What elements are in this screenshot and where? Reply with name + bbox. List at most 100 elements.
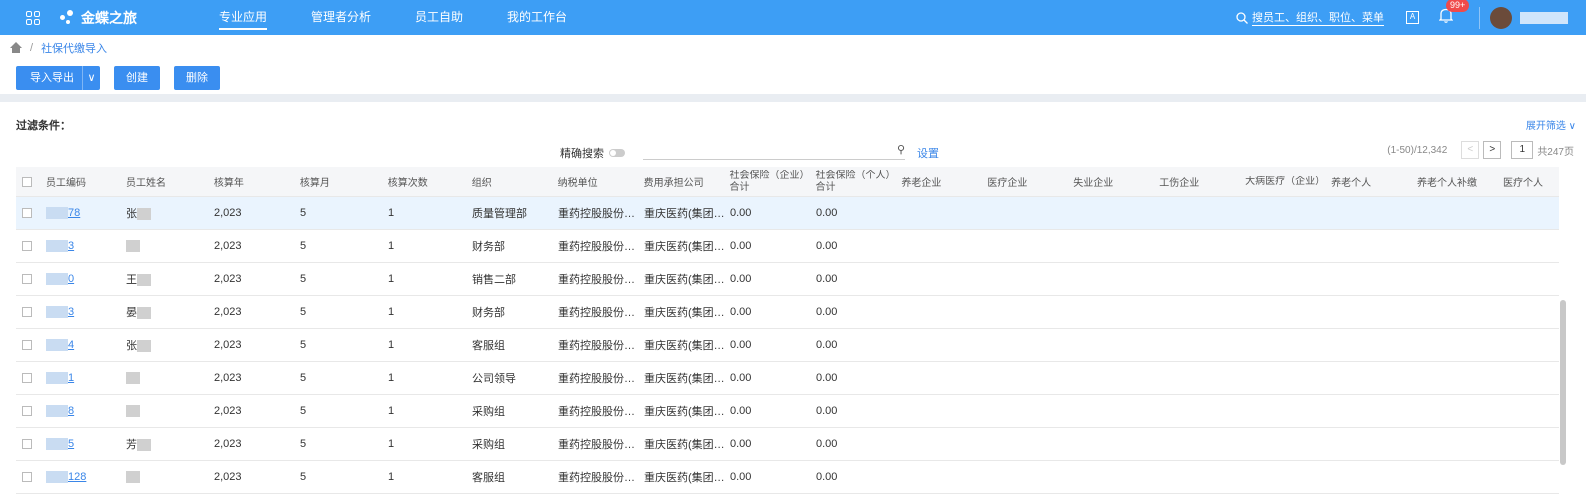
employee-code-link[interactable]: 8: [68, 405, 74, 417]
row-checkbox[interactable]: [22, 472, 32, 482]
cell-code[interactable]: 3: [42, 306, 122, 319]
table-search-input[interactable]: ⚲: [643, 143, 905, 160]
table-row[interactable]: 8 2,023 5 1 采购组 重药控股股份有... 重庆医药(集团)... 0.00 0.00: [16, 395, 1559, 428]
import-export-label[interactable]: 导入导出: [16, 66, 82, 90]
app-logo[interactable]: 金蝶之旅: [58, 8, 137, 28]
exact-search-toggle[interactable]: [609, 149, 625, 157]
nav-item-manager-analysis[interactable]: 管理者分析: [311, 5, 371, 30]
cell-name: [122, 405, 210, 418]
vertical-scrollbar[interactable]: [1560, 300, 1566, 465]
col-header[interactable]: 养老企业: [897, 174, 983, 189]
notification-button[interactable]: 99+: [1438, 0, 1470, 27]
section-divider: [0, 94, 1586, 102]
cell-code[interactable]: 8: [42, 405, 122, 418]
cell-name: [122, 372, 210, 385]
col-header[interactable]: 员工编码: [42, 174, 122, 189]
table-row[interactable]: 1 2,023 5 1 公司领导 重药控股股份有... 重庆医药(集团)... 0.00 0.0…: [16, 362, 1559, 395]
col-header[interactable]: 组织: [468, 174, 554, 189]
cell-per-total: 0.00: [816, 240, 838, 252]
table-row[interactable]: 3 2,023 5 1 财务部 重药控股股份有... 重庆医药(集团)... 0.00 0.00: [16, 230, 1559, 263]
apps-grid-icon[interactable]: [26, 10, 40, 25]
col-header[interactable]: 核算年: [210, 174, 296, 189]
cell-code[interactable]: 5: [42, 438, 122, 451]
table-row[interactable]: 128 2,023 5 1 客服组 重药控股股份有... 重庆医药(集团)... 0.00 0.…: [16, 461, 1559, 494]
employee-code-link[interactable]: 5: [68, 438, 74, 450]
prev-page-button[interactable]: <: [1461, 141, 1480, 159]
row-checkbox[interactable]: [22, 340, 32, 350]
employee-code-link[interactable]: 78: [68, 207, 80, 219]
cell-code[interactable]: 78: [42, 207, 122, 220]
employee-code-link[interactable]: 4: [68, 339, 74, 351]
employee-code-link[interactable]: 0: [68, 273, 74, 285]
employee-name: 晏: [126, 307, 137, 319]
cell-month: 5: [300, 273, 307, 285]
next-page-button[interactable]: >: [1483, 141, 1502, 159]
cell-code[interactable]: 4: [42, 339, 122, 352]
col-header[interactable]: 大病医疗（企业）: [1241, 176, 1327, 188]
cell-per-total: 0.00: [816, 306, 838, 318]
cell-org: 公司领导: [472, 373, 516, 385]
table-row[interactable]: 5 芳 2,023 5 1 采购组 重药控股股份有... 重庆医药(集团)... 0.00 0.0…: [16, 428, 1559, 461]
chevron-down-icon[interactable]: ∨: [82, 66, 100, 90]
col-header[interactable]: 社会保险（企业）合计: [726, 170, 812, 194]
table-row[interactable]: 4 张 2,023 5 1 客服组 重药控股股份有... 重庆医药(集团)... 0.00 0.0…: [16, 329, 1559, 362]
data-table: 员工编码 员工姓名 核算年 核算月 核算次数 组织 纳税单位 费用承担公司 社会…: [16, 167, 1559, 494]
col-header[interactable]: 养老个人: [1327, 174, 1413, 189]
search-icon: [1236, 11, 1248, 24]
employee-code-link[interactable]: 1: [68, 372, 74, 384]
col-header[interactable]: 工伤企业: [1155, 174, 1241, 189]
avatar[interactable]: [1490, 6, 1512, 29]
nav-item-employee-self-service[interactable]: 员工自助: [415, 5, 463, 30]
table-row[interactable]: 0 王 2,023 5 1 销售二部 重药控股股份有... 重庆医药(集团)... 0.00 0.…: [16, 263, 1559, 296]
row-checkbox[interactable]: [22, 274, 32, 284]
nav-item-my-workbench[interactable]: 我的工作台: [507, 5, 567, 30]
row-checkbox[interactable]: [22, 307, 32, 317]
cell-company: 重庆医药(集团)...: [644, 307, 726, 319]
select-all-checkbox[interactable]: [22, 176, 32, 187]
page-number-input[interactable]: 1: [1511, 141, 1534, 159]
employee-code-link[interactable]: 128: [68, 471, 86, 483]
global-search[interactable]: 搜员工、组织、职位、菜单: [1236, 9, 1384, 26]
nav-item-professional[interactable]: 专业应用: [219, 5, 268, 30]
global-search-placeholder: 搜员工、组织、职位、菜单: [1252, 9, 1384, 26]
col-header[interactable]: 核算月: [296, 174, 384, 189]
import-export-button[interactable]: 导入导出 ∨: [16, 66, 100, 90]
cell-per-total: 0.00: [816, 339, 838, 351]
expand-filter-link[interactable]: 展开筛选 ∨: [1526, 117, 1576, 132]
cell-code[interactable]: 3: [42, 240, 122, 253]
col-header[interactable]: 失业企业: [1069, 174, 1155, 189]
col-header[interactable]: 费用承担公司: [640, 174, 726, 189]
user-name-redacted[interactable]: [1520, 11, 1568, 24]
cell-code[interactable]: 1: [42, 372, 122, 385]
row-checkbox[interactable]: [22, 439, 32, 449]
row-checkbox[interactable]: [22, 208, 32, 218]
cell-code[interactable]: 0: [42, 273, 122, 286]
breadcrumb-current[interactable]: 社保代缴导入: [41, 40, 107, 56]
employee-code-link[interactable]: 3: [68, 306, 74, 318]
redacted-block: [46, 273, 68, 286]
row-checkbox[interactable]: [22, 406, 32, 416]
cell-org: 质量管理部: [472, 208, 527, 220]
employee-code-link[interactable]: 3: [68, 240, 74, 252]
col-header[interactable]: 员工姓名: [122, 174, 210, 189]
home-icon[interactable]: [10, 42, 22, 54]
search-icon[interactable]: ⚲: [897, 143, 905, 156]
col-header[interactable]: 医疗个人: [1499, 174, 1559, 189]
language-icon[interactable]: A: [1406, 11, 1419, 24]
col-header[interactable]: 医疗企业: [983, 174, 1069, 189]
employee-name: 张: [126, 208, 137, 220]
cell-per-total: 0.00: [816, 273, 838, 285]
table-row[interactable]: 3 晏 2,023 5 1 财务部 重药控股股份有... 重庆医药(集团)... 0.00 0.0…: [16, 296, 1559, 329]
table-row[interactable]: 78 张 2,023 5 1 质量管理部 重药控股股份有... 重庆医药(集团)... 0.00…: [16, 197, 1559, 230]
cell-code[interactable]: 128: [42, 471, 122, 484]
search-settings-link[interactable]: 设置: [917, 145, 939, 161]
row-checkbox[interactable]: [22, 241, 32, 251]
col-header[interactable]: 养老个人补缴: [1413, 174, 1499, 189]
col-header[interactable]: 核算次数: [384, 174, 468, 189]
delete-button[interactable]: 删除: [174, 66, 220, 90]
col-header[interactable]: 纳税单位: [554, 174, 640, 189]
col-header[interactable]: 社会保险（个人）合计: [811, 170, 897, 194]
redacted-block: [137, 307, 151, 320]
row-checkbox[interactable]: [22, 373, 32, 383]
create-button[interactable]: 创建: [114, 66, 160, 90]
